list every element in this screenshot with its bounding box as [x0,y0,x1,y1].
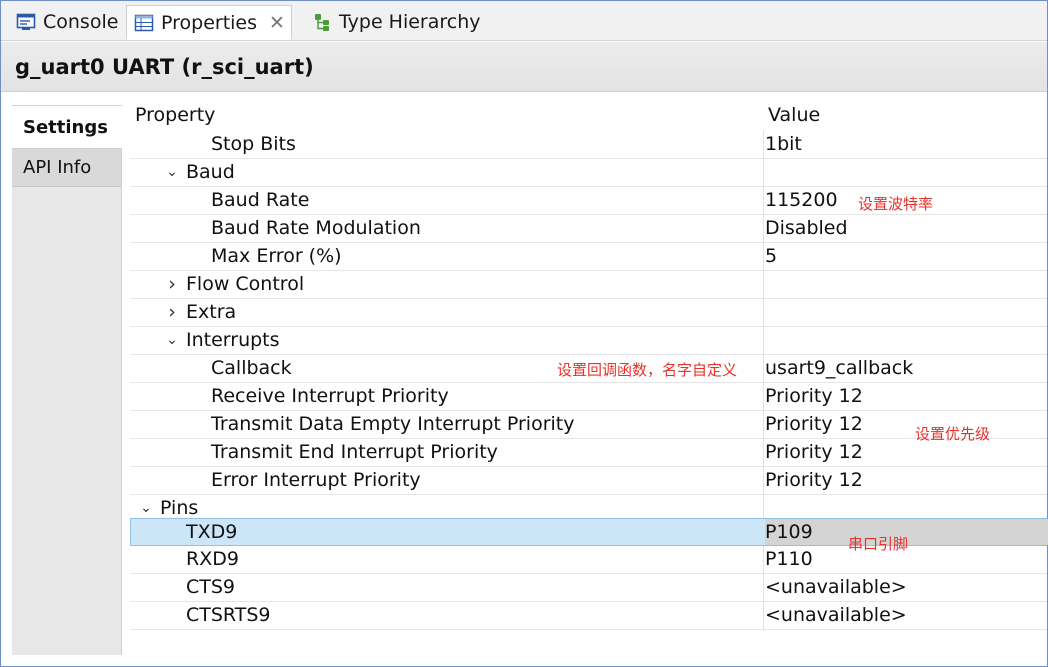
table-row[interactable]: Receive Interrupt Priority Priority 12 [130,383,1047,411]
side-tab-api-info[interactable]: API Info [12,149,121,187]
table-row[interactable]: Baud Rate Modulation Disabled [130,215,1047,243]
tab-type-hierarchy[interactable]: Type Hierarchy [305,5,487,38]
property-name: Baud Rate Modulation [211,217,421,239]
property-name: Stop Bits [211,133,296,155]
annotation-pins: 串口引脚 [848,535,909,553]
tab-properties[interactable]: Properties ✕ [126,5,292,40]
table-row[interactable]: Max Error (%) 5 [130,243,1047,271]
close-icon[interactable]: ✕ [269,12,285,34]
property-value[interactable]: Priority 12 [765,411,863,438]
property-name: Callback [211,357,292,379]
table-row[interactable]: Transmit End Interrupt Priority Priority… [130,439,1047,467]
column-divider [763,467,764,494]
property-value[interactable]: 1bit [765,131,802,158]
property-name: Baud Rate [211,189,310,211]
property-value[interactable]: Disabled [765,215,848,242]
chevron-down-icon[interactable]: ⌄ [164,159,180,186]
table-row[interactable]: ⌄ Baud [130,159,1047,187]
side-tab-settings[interactable]: Settings [12,105,122,149]
column-divider [763,131,764,158]
table-row[interactable]: CTSRTS9 <unavailable> [130,602,1047,630]
tab-properties-label: Properties [161,11,258,34]
column-header-property[interactable]: Property [135,104,215,126]
property-name: TXD9 [186,521,238,543]
annotation-baud-rate: 设置波特率 [858,195,934,213]
property-name: CTS9 [186,576,236,598]
table-row[interactable]: ⌄ Interrupts [130,327,1047,355]
console-icon [16,12,36,32]
column-divider [763,355,764,382]
property-name: RXD9 [186,548,239,570]
tab-console[interactable]: Console [9,5,124,38]
properties-icon [134,13,154,33]
column-divider [763,159,764,186]
property-value[interactable]: Priority 12 [765,439,863,466]
column-header-value[interactable]: Value [768,104,820,126]
annotation-callback: 设置回调函数，名字自定义 [557,361,738,379]
property-name: Transmit End Interrupt Priority [211,441,498,463]
property-value[interactable]: <unavailable> [765,574,907,601]
side-tab-bar: Settings API Info [12,105,122,655]
table-row[interactable]: Callback 设置回调函数，名字自定义 usart9_callback [130,355,1047,383]
tab-type-hierarchy-label: Type Hierarchy [339,10,481,33]
table-row[interactable]: Error Interrupt Priority Priority 12 [130,467,1047,495]
property-value[interactable]: 115200 [765,187,838,214]
column-divider [763,574,764,601]
property-value[interactable]: Priority 12 [765,383,863,410]
property-group-name: Interrupts [186,329,280,351]
table-row[interactable]: › Extra [130,299,1047,327]
property-value[interactable]: P110 [765,546,813,573]
table-row[interactable]: › Flow Control [130,271,1047,299]
property-value[interactable]: P109 [765,519,813,546]
hierarchy-icon [312,12,332,32]
property-value[interactable]: 5 [765,243,777,270]
table-row[interactable]: Transmit Data Empty Interrupt Priority P… [130,411,1047,443]
property-group-name: Extra [186,301,237,323]
column-divider [763,215,764,242]
column-divider [763,327,764,354]
property-name: Error Interrupt Priority [211,469,421,491]
column-divider [763,411,764,438]
property-value[interactable]: <unavailable> [765,602,907,629]
page-title: g_uart0 UART (r_sci_uart) [1,42,1047,92]
table-row[interactable]: CTS9 <unavailable> [130,574,1047,602]
property-group-name: Baud [186,161,235,183]
column-divider [763,439,764,466]
column-divider [763,299,764,326]
column-divider [763,383,764,410]
property-name: Receive Interrupt Priority [211,385,449,407]
column-divider [763,187,764,214]
column-divider [763,546,764,573]
tab-console-label: Console [43,10,119,33]
properties-view: Console Properties ✕ Type Hierarchy g_ua… [0,0,1048,667]
view-tab-bar: Console Properties ✕ Type Hierarchy [1,1,1047,41]
property-value[interactable]: Priority 12 [765,467,863,494]
property-name: CTSRTS9 [186,604,271,626]
property-table: Property Value Stop Bits 1bit ⌄ Baud Bau… [130,101,1048,655]
column-divider [763,243,764,270]
table-header: Property Value [130,101,1047,131]
column-divider [763,602,764,629]
property-name: Max Error (%) [211,245,342,267]
property-group-name: Flow Control [186,273,305,295]
chevron-right-icon[interactable]: › [164,271,180,298]
property-name: Transmit Data Empty Interrupt Priority [211,413,575,435]
table-row[interactable]: Stop Bits 1bit [130,131,1047,159]
table-row[interactable]: RXD9 P110 [130,546,1047,574]
chevron-down-icon[interactable]: ⌄ [164,327,180,354]
table-row[interactable]: Baud Rate 115200 设置波特率 [130,187,1047,215]
property-value[interactable]: usart9_callback [765,355,913,382]
chevron-right-icon[interactable]: › [164,299,180,326]
table-row-selected[interactable]: TXD9 P109 [130,518,1048,546]
column-divider [763,271,764,298]
